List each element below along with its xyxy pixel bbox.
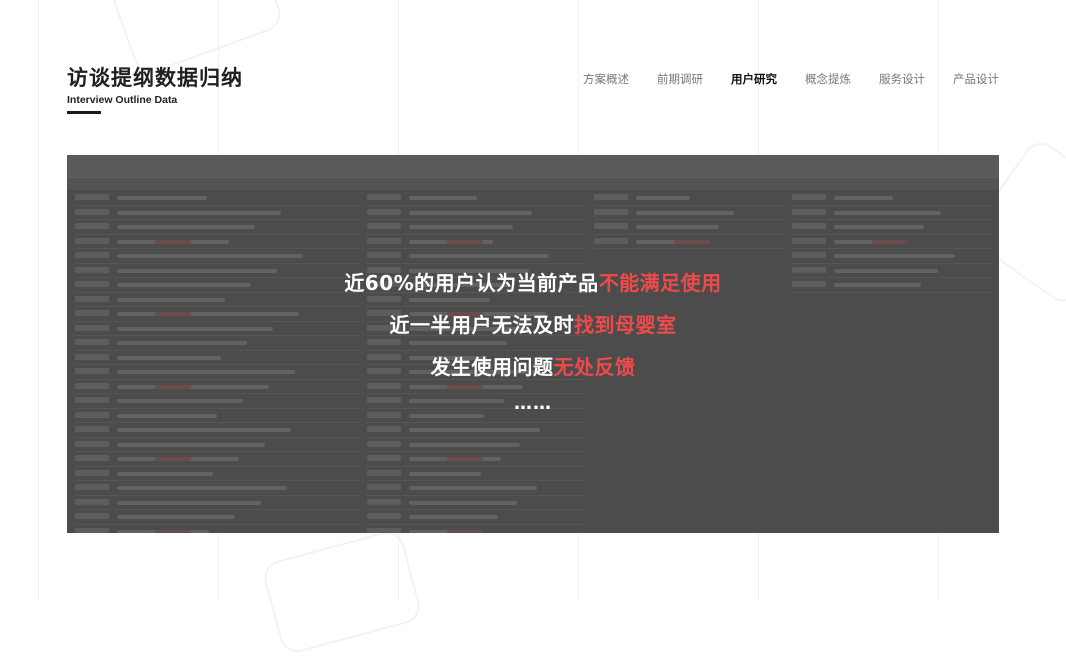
decorative-shape — [260, 527, 424, 656]
ellipsis: …… — [514, 393, 552, 414]
finding-highlight: 无处反馈 — [553, 355, 636, 379]
finding-text: 近一半用户无法及时 — [389, 313, 574, 337]
nav-item-service-design[interactable]: 服务设计 — [879, 71, 925, 87]
finding-line-3: 发生使用问题无处反馈 — [67, 351, 999, 380]
title-underline — [67, 111, 101, 114]
page-title: 访谈提纲数据归纳 — [67, 66, 243, 90]
interview-data-panel: 近60%的用户认为当前产品不能满足使用 近一半用户无法及时找到母婴室 发生使用问… — [67, 155, 999, 533]
finding-text: 近60%的用户认为当前产品 — [344, 271, 599, 295]
nav-item-research[interactable]: 前期调研 — [657, 71, 703, 87]
page-subtitle: Interview Outline Data — [67, 94, 178, 106]
finding-line-1: 近60%的用户认为当前产品不能满足使用 — [67, 267, 999, 296]
finding-highlight: 找到母婴室 — [574, 313, 677, 337]
finding-line-2: 近一半用户无法及时找到母婴室 — [67, 309, 999, 338]
nav-item-concept[interactable]: 概念提炼 — [805, 71, 851, 87]
panel-overlay — [67, 155, 999, 533]
finding-highlight: 不能满足使用 — [598, 271, 722, 295]
nav-item-user-research[interactable]: 用户研究 — [731, 71, 777, 87]
nav-item-product-design[interactable]: 产品设计 — [953, 71, 999, 87]
top-nav: 方案概述 前期调研 用户研究 概念提炼 服务设计 产品设计 — [583, 71, 999, 87]
grid-line — [38, 0, 39, 600]
nav-item-overview[interactable]: 方案概述 — [583, 71, 629, 87]
finding-text: 发生使用问题 — [430, 355, 554, 379]
